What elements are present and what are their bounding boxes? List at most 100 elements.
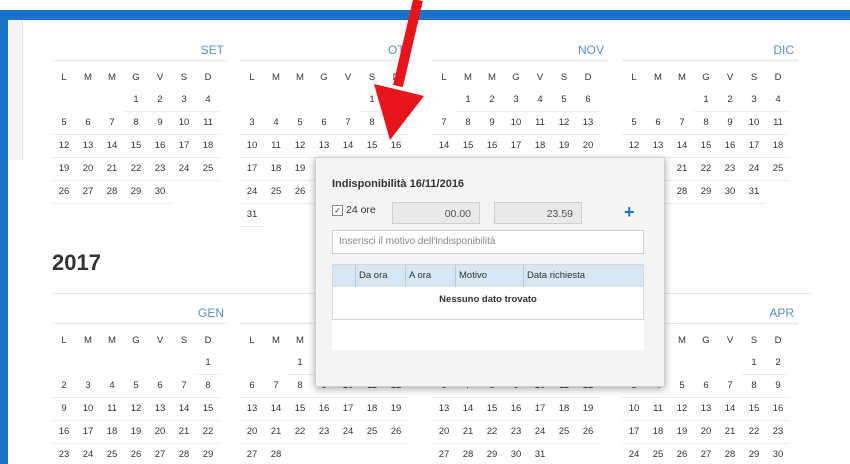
day-cell[interactable]: 8 bbox=[694, 112, 718, 135]
day-cell[interactable]: 13 bbox=[646, 135, 670, 158]
day-cell[interactable]: 13 bbox=[694, 398, 718, 421]
day-cell[interactable]: 23 bbox=[504, 421, 528, 444]
day-cell[interactable]: 28 bbox=[264, 444, 288, 464]
day-cell[interactable]: 31 bbox=[240, 204, 264, 227]
day-cell[interactable]: 29 bbox=[694, 181, 718, 204]
day-cell[interactable]: 6 bbox=[576, 89, 600, 112]
day-cell[interactable]: 15 bbox=[196, 398, 220, 421]
day-cell[interactable]: 27 bbox=[694, 444, 718, 464]
day-cell[interactable]: 4 bbox=[264, 112, 288, 135]
day-cell[interactable]: 6 bbox=[312, 112, 336, 135]
day-cell[interactable]: 27 bbox=[432, 444, 456, 464]
day-cell[interactable]: 7 bbox=[172, 375, 196, 398]
day-cell[interactable]: 29 bbox=[124, 181, 148, 204]
day-cell[interactable]: 4 bbox=[766, 89, 790, 112]
day-cell[interactable]: 26 bbox=[288, 181, 312, 204]
day-cell[interactable]: 13 bbox=[240, 398, 264, 421]
day-cell[interactable]: 2 bbox=[148, 89, 172, 112]
day-cell[interactable]: 19 bbox=[52, 158, 76, 181]
day-cell[interactable]: 30 bbox=[766, 444, 790, 464]
day-cell[interactable]: 18 bbox=[528, 135, 552, 158]
day-cell[interactable]: 24 bbox=[622, 444, 646, 464]
all-day-checkbox[interactable]: ✓ bbox=[332, 204, 343, 216]
day-cell[interactable]: 11 bbox=[528, 112, 552, 135]
day-cell[interactable]: 17 bbox=[622, 421, 646, 444]
day-cell[interactable]: 26 bbox=[576, 421, 600, 444]
day-cell[interactable]: 20 bbox=[576, 135, 600, 158]
day-cell[interactable]: 9 bbox=[384, 112, 408, 135]
day-cell[interactable]: 12 bbox=[622, 135, 646, 158]
day-cell[interactable]: 17 bbox=[504, 135, 528, 158]
day-cell[interactable]: 1 bbox=[360, 89, 384, 112]
day-cell[interactable]: 5 bbox=[552, 89, 576, 112]
day-cell[interactable]: 21 bbox=[264, 421, 288, 444]
day-cell[interactable]: 14 bbox=[336, 135, 360, 158]
day-cell[interactable]: 6 bbox=[646, 112, 670, 135]
day-cell[interactable]: 8 bbox=[360, 112, 384, 135]
day-cell[interactable]: 24 bbox=[240, 181, 264, 204]
day-cell[interactable]: 26 bbox=[384, 421, 408, 444]
day-cell[interactable]: 12 bbox=[124, 398, 148, 421]
day-cell[interactable]: 10 bbox=[622, 398, 646, 421]
day-cell[interactable]: 1 bbox=[694, 89, 718, 112]
day-cell[interactable]: 13 bbox=[312, 135, 336, 158]
day-cell[interactable]: 27 bbox=[240, 444, 264, 464]
day-cell[interactable]: 12 bbox=[288, 135, 312, 158]
day-cell[interactable]: 7 bbox=[670, 112, 694, 135]
day-cell[interactable]: 17 bbox=[742, 135, 766, 158]
day-cell[interactable]: 10 bbox=[76, 398, 100, 421]
day-cell[interactable]: 25 bbox=[360, 421, 384, 444]
day-cell[interactable]: 4 bbox=[528, 89, 552, 112]
day-cell[interactable]: 24 bbox=[528, 421, 552, 444]
day-cell[interactable]: 1 bbox=[742, 352, 766, 375]
day-cell[interactable]: 28 bbox=[670, 181, 694, 204]
day-cell[interactable]: 11 bbox=[196, 112, 220, 135]
day-cell[interactable]: 28 bbox=[456, 444, 480, 464]
day-cell[interactable]: 30 bbox=[504, 444, 528, 464]
day-cell[interactable]: 16 bbox=[766, 398, 790, 421]
day-cell[interactable]: 21 bbox=[670, 158, 694, 181]
day-cell[interactable]: 26 bbox=[124, 444, 148, 464]
day-cell[interactable]: 19 bbox=[670, 421, 694, 444]
day-cell[interactable]: 19 bbox=[576, 398, 600, 421]
day-cell[interactable]: 3 bbox=[172, 89, 196, 112]
day-cell[interactable]: 4 bbox=[196, 89, 220, 112]
day-cell[interactable]: 18 bbox=[264, 158, 288, 181]
day-cell[interactable]: 5 bbox=[124, 375, 148, 398]
day-cell[interactable]: 20 bbox=[148, 421, 172, 444]
day-cell[interactable]: 30 bbox=[718, 181, 742, 204]
day-cell[interactable]: 7 bbox=[264, 375, 288, 398]
day-cell[interactable]: 20 bbox=[694, 421, 718, 444]
day-cell[interactable]: 15 bbox=[694, 135, 718, 158]
day-cell[interactable]: 16 bbox=[718, 135, 742, 158]
day-cell[interactable]: 29 bbox=[742, 444, 766, 464]
day-cell[interactable]: 8 bbox=[288, 375, 312, 398]
day-cell[interactable]: 12 bbox=[670, 398, 694, 421]
day-cell[interactable]: 25 bbox=[552, 421, 576, 444]
day-cell[interactable]: 18 bbox=[766, 135, 790, 158]
day-cell[interactable]: 7 bbox=[432, 112, 456, 135]
day-cell[interactable]: 6 bbox=[694, 375, 718, 398]
day-cell[interactable]: 17 bbox=[528, 398, 552, 421]
time-to-input[interactable]: 23.59 bbox=[494, 202, 582, 224]
day-cell[interactable]: 31 bbox=[528, 444, 552, 464]
day-cell[interactable]: 7 bbox=[718, 375, 742, 398]
day-cell[interactable]: 1 bbox=[196, 352, 220, 375]
day-cell[interactable]: 14 bbox=[100, 135, 124, 158]
day-cell[interactable]: 14 bbox=[264, 398, 288, 421]
day-cell[interactable]: 24 bbox=[172, 158, 196, 181]
day-cell[interactable]: 3 bbox=[504, 89, 528, 112]
day-cell[interactable]: 10 bbox=[172, 112, 196, 135]
day-cell[interactable]: 18 bbox=[552, 398, 576, 421]
day-cell[interactable]: 5 bbox=[622, 112, 646, 135]
day-cell[interactable]: 29 bbox=[196, 444, 220, 464]
day-cell[interactable]: 6 bbox=[76, 112, 100, 135]
day-cell[interactable]: 15 bbox=[288, 398, 312, 421]
day-cell[interactable]: 25 bbox=[100, 444, 124, 464]
day-cell[interactable]: 22 bbox=[694, 158, 718, 181]
day-cell[interactable]: 15 bbox=[480, 398, 504, 421]
day-cell[interactable]: 22 bbox=[742, 421, 766, 444]
day-cell[interactable]: 17 bbox=[240, 158, 264, 181]
day-cell[interactable]: 21 bbox=[172, 421, 196, 444]
day-cell[interactable]: 31 bbox=[742, 181, 766, 204]
